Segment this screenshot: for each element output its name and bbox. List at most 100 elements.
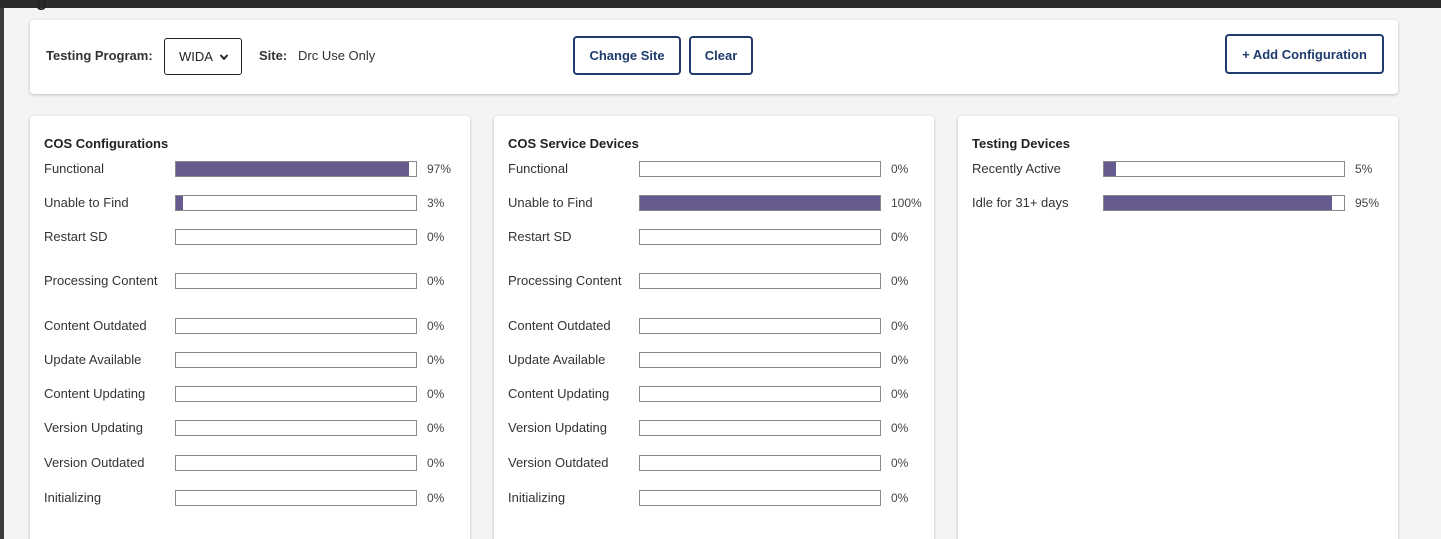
status-percent: 0% [891,230,909,244]
progress-bar [1103,161,1345,177]
status-label: Unable to Find [508,195,593,210]
progress-bar [175,490,417,506]
status-label: Content Outdated [508,318,611,333]
status-row: Idle for 31+ days 95% [958,188,1398,218]
progress-fill [176,162,409,176]
testing-devices-card: Testing Devices Recently Active 5% Idle fo… [958,116,1398,539]
progress-bar [639,318,881,334]
status-row: Version Updating 0% [30,413,470,443]
status-row: Recently Active 5% [958,154,1398,184]
status-percent: 5% [1355,162,1373,176]
progress-fill [640,196,880,210]
status-row: Version Outdated 0% [30,448,470,478]
status-label: Functional [44,161,104,176]
status-percent: 0% [427,353,445,367]
status-percent: 100% [891,196,922,210]
change-site-button[interactable]: Change Site [573,36,681,75]
progress-bar [175,420,417,436]
status-row: Processing Content 0% [494,266,934,296]
card-title: COS Service Devices [508,136,639,151]
status-row: Content Updating 0% [30,379,470,409]
status-label: Processing Content [44,273,158,288]
status-label: Update Available [508,352,606,367]
status-percent: 0% [427,421,445,435]
status-percent: 0% [891,319,909,333]
status-percent: 0% [891,274,909,288]
status-percent: 0% [427,319,445,333]
progress-bar [639,420,881,436]
progress-bar [639,352,881,368]
chevron-down-icon [219,53,229,60]
cos-configurations-card: COS Configurations Functional 97% Unable t… [30,116,470,539]
progress-bar [175,273,417,289]
progress-bar [639,490,881,506]
testing-program-label: Testing Program: [46,48,153,63]
progress-bar [639,273,881,289]
testing-program-value: WIDA [179,49,213,64]
progress-bar [639,455,881,471]
status-row: Unable to Find 3% [30,188,470,218]
status-row: Content Outdated 0% [494,311,934,341]
progress-bar [1103,195,1345,211]
status-label: Unable to Find [44,195,129,210]
progress-fill [1104,162,1116,176]
progress-bar [175,161,417,177]
status-row: Update Available 0% [494,345,934,375]
status-label: Recently Active [972,161,1061,176]
progress-bar [639,386,881,402]
status-percent: 95% [1355,196,1380,210]
status-percent: 97% [427,162,452,176]
status-percent: 0% [427,491,445,505]
status-percent: 0% [891,421,909,435]
status-label: Idle for 31+ days [972,195,1069,210]
status-label: Version Updating [44,420,144,435]
testing-program-select[interactable]: WIDA [164,38,242,75]
status-label: Initializing [508,490,566,505]
progress-bar [175,386,417,402]
status-label: Initializing [44,490,102,505]
card-title: Testing Devices [972,136,1071,151]
status-percent: 0% [427,274,445,288]
status-label: Functional [508,161,568,176]
progress-bar [175,455,417,471]
cos-service-devices-card: COS Service Devices Functional 0% Unable t… [494,116,934,539]
progress-bar [639,229,881,245]
progress-bar [639,161,881,177]
card-title: COS Configurations [44,136,169,151]
status-row: Restart SD 0% [30,222,470,252]
status-label: Update Available [44,352,142,367]
status-label: Processing Content [508,273,622,288]
clear-button[interactable]: Clear [689,36,753,75]
status-label: Version Outdated [44,455,145,470]
progress-bar [175,318,417,334]
progress-bar [175,229,417,245]
progress-bar [639,195,881,211]
status-label: Content Updating [508,386,610,401]
status-percent: 0% [891,456,909,470]
status-row: Functional 0% [494,154,934,184]
status-percent: 0% [427,230,445,244]
status-row: Functional 97% [30,154,470,184]
status-percent: 0% [891,353,909,367]
status-percent: 0% [427,456,445,470]
status-row: Version Updating 0% [494,413,934,443]
left-border [0,8,4,539]
status-row: Unable to Find 100% [494,188,934,218]
status-row: Update Available 0% [30,345,470,375]
status-label: Version Updating [508,420,608,435]
filter-toolbar: Testing Program: WIDA Site: Drc Use Only… [30,20,1398,94]
status-row: Content Outdated 0% [30,311,470,341]
status-percent: 0% [891,491,909,505]
progress-fill [1104,196,1332,210]
status-label: Restart SD [44,229,108,244]
status-label: Restart SD [508,229,572,244]
status-row: Processing Content 0% [30,266,470,296]
status-row: Initializing 0% [30,483,470,513]
status-row: Content Updating 0% [494,379,934,409]
status-label: Content Updating [44,386,146,401]
site-value: Drc Use Only [298,48,376,63]
add-configuration-button[interactable]: + Add Configuration [1225,34,1384,74]
status-row: Restart SD 0% [494,222,934,252]
top-header-bar [0,0,1441,8]
progress-bar [175,195,417,211]
